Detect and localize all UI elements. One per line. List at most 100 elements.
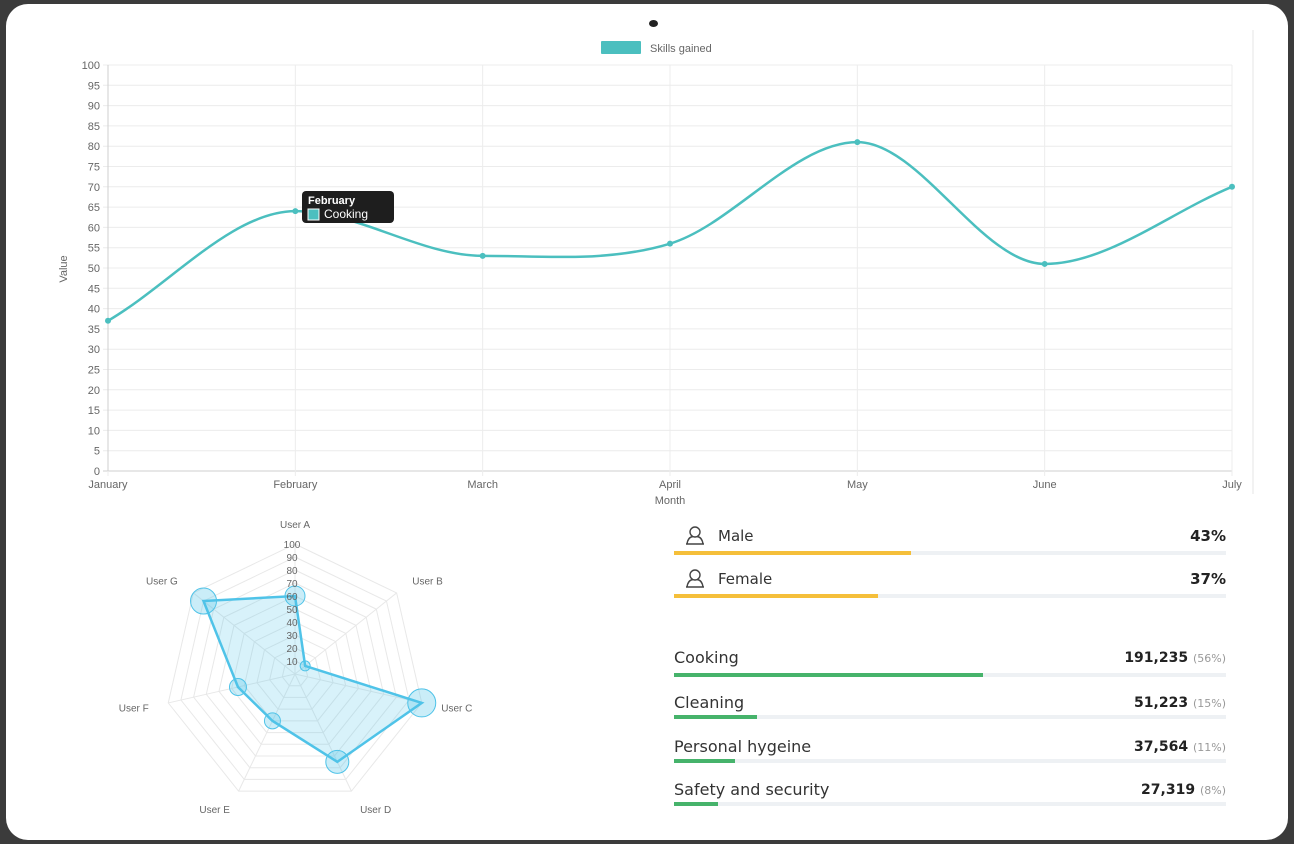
- y-tick-label: 5: [94, 446, 100, 458]
- skill-value: 27,319 (8%): [1141, 782, 1226, 798]
- gender-label: Male: [718, 527, 754, 545]
- radar-data-point[interactable]: [263, 712, 281, 730]
- y-tick-label: 50: [88, 263, 100, 275]
- data-point[interactable]: [105, 317, 111, 324]
- y-tick-label: 0: [94, 466, 100, 478]
- progress-track: [674, 594, 1226, 598]
- radar-axis-label: User E: [199, 805, 230, 816]
- radar-data-point[interactable]: [299, 660, 311, 672]
- skill-label: Safety and security: [674, 780, 830, 799]
- skill-value: 191,235 (56%): [1124, 650, 1226, 666]
- radar-data-point[interactable]: [325, 749, 350, 774]
- skill-count: 27,319: [1141, 782, 1196, 798]
- y-tick-label: 30: [88, 344, 100, 356]
- data-point[interactable]: [1229, 183, 1235, 190]
- gender-value: 37%: [1190, 570, 1226, 588]
- progress-track: [674, 715, 1226, 719]
- data-point[interactable]: [1041, 260, 1048, 267]
- progress-fill: [674, 802, 719, 806]
- progress-fill: [674, 715, 757, 719]
- radar-axis-label: User B: [412, 576, 443, 587]
- legend-swatch: [601, 41, 641, 54]
- person-icon: [686, 526, 704, 545]
- progress-track: [674, 759, 1226, 763]
- radar-chart: User A User B User C User D User E User F User…: [119, 520, 473, 816]
- y-tick-label: 10: [88, 425, 100, 437]
- y-tick-label: 85: [88, 121, 100, 133]
- progress-track: [674, 802, 1226, 806]
- data-point[interactable]: [667, 240, 673, 247]
- skill-label: Cleaning: [674, 693, 745, 712]
- x-tick-label: January: [88, 479, 128, 491]
- radar-tick-label: 60: [286, 592, 298, 603]
- radar-axis-label: User C: [441, 703, 472, 714]
- line-chart-legend[interactable]: Skills gained: [601, 41, 712, 55]
- skill-percent: (56%): [1192, 652, 1226, 665]
- skill-label: Personal hygeine: [674, 737, 812, 756]
- x-tick-label: June: [1033, 479, 1057, 491]
- skill-value: 51,223 (15%): [1134, 695, 1226, 711]
- radar-axis-label: User A: [280, 520, 310, 531]
- radar-data-point[interactable]: [228, 678, 247, 697]
- data-point[interactable]: [292, 208, 299, 215]
- progress-fill: [674, 673, 984, 677]
- y-tick-label: 70: [88, 182, 100, 194]
- y-tick-label: 60: [88, 222, 100, 234]
- y-tick-label: 90: [88, 101, 100, 113]
- person-icon: [686, 569, 704, 588]
- radar-tick-label: 20: [286, 644, 298, 655]
- app-screen: 0 5 10 15 20 25 30 35 40 45 50 55 60 65 70 75 80 85 90 95 10…: [6, 4, 1288, 840]
- radar-data-point[interactable]: [190, 587, 218, 615]
- progress-track: [674, 673, 1226, 677]
- gender-label: Female: [718, 570, 773, 588]
- y-tick-label: 20: [88, 385, 100, 397]
- tooltip: February Cooking: [302, 191, 394, 223]
- legend-label: Skills gained: [650, 43, 712, 55]
- skill-value: 37,564 (11%): [1134, 739, 1226, 755]
- skill-count: 37,564: [1134, 739, 1189, 755]
- progress-track: [674, 551, 1226, 555]
- radar-tick-label: 50: [286, 605, 298, 616]
- y-tick-label: 100: [82, 60, 100, 72]
- y-tick-label: 25: [88, 365, 100, 377]
- stats-panel: Male 43% Female 37% Cooking 191,235 (56%…: [674, 521, 1230, 821]
- skill-row-cleaning: Cleaning 51,223 (15%): [674, 691, 1226, 727]
- y-tick-label: 65: [88, 202, 100, 214]
- line-chart-x-ticks: January February March April May June July: [88, 479, 1242, 491]
- skill-count: 191,235: [1124, 650, 1189, 666]
- line-chart-grid: [103, 64, 1233, 476]
- x-tick-label: March: [467, 479, 498, 491]
- radar-data-point[interactable]: [407, 688, 437, 718]
- skill-percent: (11%): [1192, 741, 1226, 754]
- y-tick-label: 75: [88, 162, 100, 174]
- skill-label: Cooking: [674, 648, 739, 667]
- radar-tick-label: 30: [286, 631, 298, 642]
- line-chart-y-ticks: 0 5 10 15 20 25 30 35 40 45 50 55 60 65 70 75 80 85 90 95 10…: [82, 60, 100, 478]
- tooltip-title: February: [308, 195, 356, 207]
- skill-count: 51,223: [1134, 695, 1189, 711]
- progress-fill: [674, 759, 735, 763]
- y-tick-label: 95: [88, 80, 100, 92]
- x-tick-label: May: [847, 479, 868, 491]
- skill-row-personal-hygeine: Personal hygeine 37,564 (11%): [674, 735, 1226, 771]
- radar-tick-label: 100: [284, 540, 301, 551]
- progress-fill: [674, 551, 912, 555]
- skill-percent: (8%): [1199, 784, 1226, 797]
- y-tick-label: 45: [88, 283, 100, 295]
- radar-axis-label: User G: [146, 576, 178, 587]
- data-point[interactable]: [479, 252, 486, 259]
- tooltip-swatch: [307, 208, 320, 221]
- radar-tick-label: 10: [286, 657, 298, 668]
- skill-percent: (15%): [1192, 697, 1226, 710]
- x-tick-label: April: [659, 479, 681, 491]
- y-axis-title: Value: [58, 255, 70, 282]
- gender-value: 43%: [1190, 527, 1226, 545]
- radar-tick-label: 40: [286, 618, 298, 629]
- radar-axis-label: User D: [360, 805, 391, 816]
- line-chart: 0 5 10 15 20 25 30 35 40 45 50 55 60 65 70 75 80 85 90 95 10…: [58, 30, 1254, 507]
- progress-fill: [674, 594, 879, 598]
- data-point[interactable]: [854, 139, 861, 146]
- y-tick-label: 15: [88, 405, 100, 417]
- radar-tick-label: 70: [286, 579, 298, 590]
- skill-row-cooking: Cooking 191,235 (56%): [674, 646, 1226, 682]
